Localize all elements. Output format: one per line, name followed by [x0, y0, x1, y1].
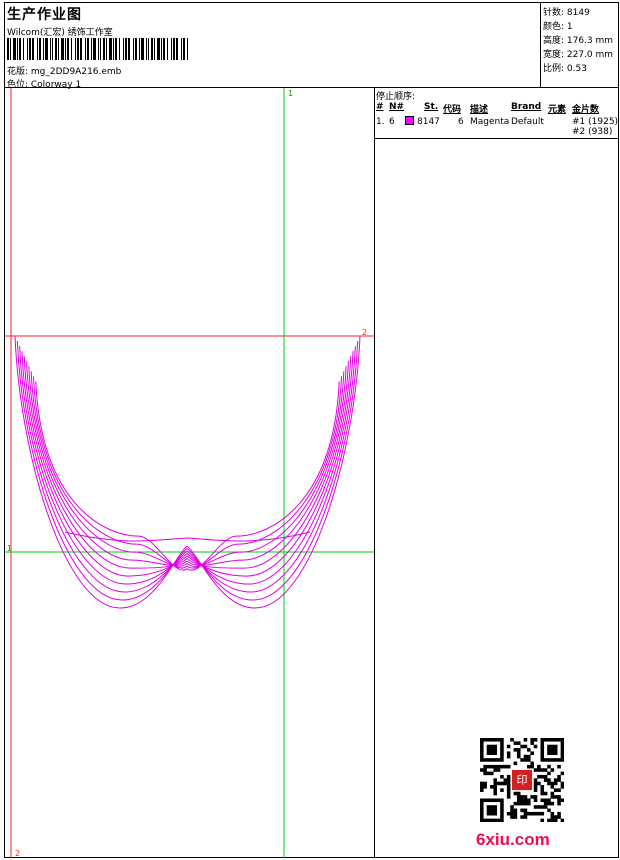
stat-stitches: 针数: 8149 [543, 8, 590, 18]
stat-scale: 比例: 0.53 [543, 64, 587, 74]
company-name: Wilcom(汇宏) 绣饰工作室 [7, 28, 113, 38]
guide-label-top: 1 [288, 89, 293, 98]
row-stitches: 8147 [417, 117, 440, 127]
col-header-code: 代码 [443, 105, 462, 115]
col-header-st: St. [424, 102, 439, 112]
embroidery-contour [23, 356, 352, 577]
col-header-sequin: 金片数 [572, 105, 600, 115]
stat-height: 高度: 176.3 mm [543, 36, 614, 46]
stamp-text: 印 [517, 774, 528, 787]
barcode-icon [7, 38, 188, 60]
embroidery-contour [35, 381, 340, 571]
divider [374, 138, 619, 139]
embroidery-design [14, 335, 361, 609]
header: 生产作业图 Wilcom(汇宏) 绣饰工作室 花版: mg_2DD9A216.e… [4, 2, 540, 90]
stats-panel: 针数: 8149 颜色: 1 高度: 176.3 mm 宽度: 227.0 mm… [540, 2, 619, 88]
design-name: 花版: mg_2DD9A216.emb [7, 67, 122, 77]
embroidery-contour [28, 366, 347, 566]
row-sequin-1: #1 (1925) [572, 117, 619, 127]
qr-code-icon: 印 [480, 738, 564, 822]
embroidery-contour [30, 371, 345, 567]
row-code: 6 [458, 117, 464, 127]
row-sequin-2: #2 (938) [572, 127, 613, 137]
col-header-brand: Brand [511, 102, 542, 112]
row-description: Magenta [470, 117, 510, 127]
guide-label-bottom: 2 [15, 849, 20, 858]
embroidery-contour [64, 531, 311, 542]
col-header-num: # [376, 102, 384, 112]
col-header-element: 元素 [548, 105, 567, 115]
col-header-needle: N# [389, 102, 405, 112]
row-num: 1. [376, 117, 385, 127]
row-needle: 6 [389, 117, 395, 127]
stat-colors: 颜色: 1 [543, 22, 573, 32]
embroidery-contour [26, 361, 349, 569]
page-title: 生产作业图 [7, 7, 82, 23]
stop-sequence-title: 停止顺序: [376, 92, 416, 102]
divider [374, 87, 375, 858]
guide-label-left: 1 [7, 544, 12, 553]
embroidery-contour [14, 335, 361, 609]
design-canvas: 1 2 1 2 [5, 88, 374, 858]
guide-label-right: 2 [362, 328, 367, 337]
watermark-brand: 6xiu.com [476, 830, 550, 849]
stat-width: 宽度: 227.0 mm [543, 50, 614, 60]
color-swatch [405, 116, 414, 125]
col-header-desc: 描述 [470, 105, 489, 115]
embroidery-contour [32, 376, 343, 569]
row-brand: Default [511, 117, 544, 127]
